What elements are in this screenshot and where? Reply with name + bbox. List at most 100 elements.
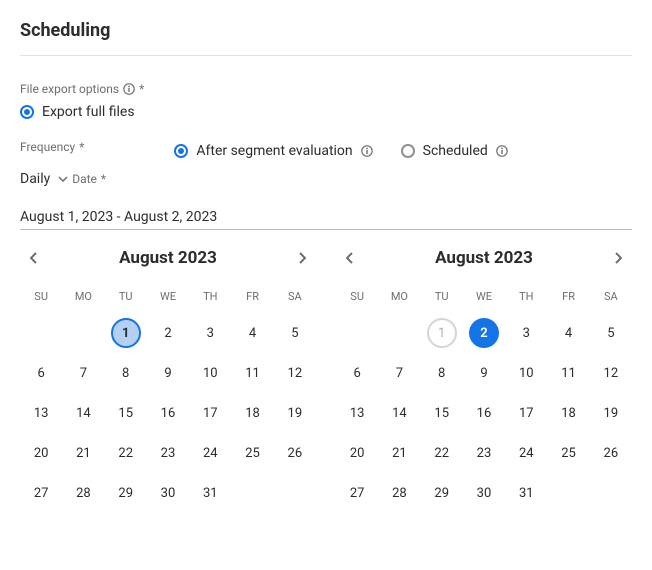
frequency-dropdown[interactable]: Daily xyxy=(20,171,68,187)
next-month-button[interactable] xyxy=(292,248,312,268)
calendar-empty xyxy=(336,317,378,349)
calendar-day[interactable]: 13 xyxy=(20,397,62,429)
calendar-day[interactable]: 14 xyxy=(378,397,420,429)
calendar-day[interactable]: 4 xyxy=(231,317,273,349)
calendar-day[interactable]: 25 xyxy=(231,437,273,469)
calendar-day[interactable]: 17 xyxy=(189,397,231,429)
calendar-day[interactable]: 24 xyxy=(189,437,231,469)
dow-sa: SA xyxy=(274,284,316,309)
calendar-day[interactable]: 19 xyxy=(590,397,632,429)
calendar-day[interactable]: 28 xyxy=(62,477,104,509)
export-full-files-option[interactable]: Export full files xyxy=(20,104,632,120)
calendar-day[interactable]: 22 xyxy=(105,437,147,469)
calendar-day[interactable]: 6 xyxy=(20,357,62,389)
calendar-day[interactable]: 18 xyxy=(231,397,273,429)
calendar-day[interactable]: 24 xyxy=(505,437,547,469)
required-asterisk: * xyxy=(101,172,106,186)
calendar-day[interactable]: 27 xyxy=(20,477,62,509)
file-export-label-text: File export options xyxy=(20,82,119,96)
calendar-day[interactable]: 29 xyxy=(421,477,463,509)
after-segment-evaluation-label: After segment evaluation xyxy=(196,143,352,159)
calendar-day[interactable]: 7 xyxy=(378,357,420,389)
calendar-day[interactable]: 21 xyxy=(378,437,420,469)
info-icon[interactable] xyxy=(123,83,135,95)
calendar-day[interactable]: 10 xyxy=(189,357,231,389)
frequency-value: Daily xyxy=(20,171,50,187)
calendar-month-title: August 2023 xyxy=(119,248,217,268)
dow-sa: SA xyxy=(590,284,632,309)
calendar-day[interactable]: 18 xyxy=(547,397,589,429)
dow-mo: MO xyxy=(62,284,104,309)
info-icon[interactable] xyxy=(361,145,373,157)
calendar-day[interactable]: 16 xyxy=(463,397,505,429)
calendar-day[interactable]: 19 xyxy=(274,397,316,429)
calendar-day[interactable]: 11 xyxy=(547,357,589,389)
divider xyxy=(20,55,632,56)
calendar-day[interactable]: 8 xyxy=(105,357,147,389)
calendar-day[interactable]: 5 xyxy=(274,317,316,349)
calendar-day[interactable]: 25 xyxy=(547,437,589,469)
dow-fr: FR xyxy=(547,284,589,309)
calendar-day[interactable]: 7 xyxy=(62,357,104,389)
dow-we: WE xyxy=(463,284,505,309)
calendar-day[interactable]: 8 xyxy=(421,357,463,389)
scheduled-option[interactable]: Scheduled xyxy=(401,143,508,159)
dow-we: WE xyxy=(147,284,189,309)
calendar-day[interactable]: 14 xyxy=(62,397,104,429)
calendar-day[interactable]: 12 xyxy=(274,357,316,389)
calendar-day[interactable]: 13 xyxy=(336,397,378,429)
calendar-day[interactable]: 3 xyxy=(505,317,547,349)
calendar-day[interactable]: 2 xyxy=(463,317,505,349)
calendar-day[interactable]: 30 xyxy=(147,477,189,509)
calendar-day[interactable]: 26 xyxy=(274,437,316,469)
date-underline xyxy=(20,229,632,230)
calendar-start: August 2023 SU MO TU WE TH FR SA 1 2 3 4… xyxy=(20,248,316,509)
calendar-day[interactable]: 20 xyxy=(336,437,378,469)
date-range[interactable]: August 1, 2023 - August 2, 2023 xyxy=(20,209,632,225)
dow-th: TH xyxy=(505,284,547,309)
calendar-day[interactable]: 12 xyxy=(590,357,632,389)
prev-month-button[interactable] xyxy=(340,248,360,268)
calendar-day[interactable]: 30 xyxy=(463,477,505,509)
file-export-label: File export options * xyxy=(20,82,144,96)
required-asterisk: * xyxy=(139,82,144,96)
frequency-label-text: Frequency xyxy=(20,140,75,154)
calendar-empty xyxy=(62,317,104,349)
calendar-day[interactable]: 5 xyxy=(590,317,632,349)
calendar-day[interactable]: 28 xyxy=(378,477,420,509)
calendar-day[interactable]: 1 xyxy=(105,317,147,349)
info-icon[interactable] xyxy=(496,145,508,157)
prev-month-button[interactable] xyxy=(24,248,44,268)
radio-selected-icon xyxy=(174,144,188,158)
calendar-day[interactable]: 16 xyxy=(147,397,189,429)
calendar-day[interactable]: 9 xyxy=(463,357,505,389)
calendar-day[interactable]: 23 xyxy=(463,437,505,469)
after-segment-evaluation-option[interactable]: After segment evaluation xyxy=(174,143,372,159)
calendar-day[interactable]: 26 xyxy=(590,437,632,469)
calendar-day[interactable]: 2 xyxy=(147,317,189,349)
calendar-day[interactable]: 3 xyxy=(189,317,231,349)
dow-tu: TU xyxy=(421,284,463,309)
calendar-day[interactable]: 17 xyxy=(505,397,547,429)
calendar-day[interactable]: 11 xyxy=(231,357,273,389)
dow-tu: TU xyxy=(105,284,147,309)
radio-selected-icon xyxy=(20,105,34,119)
calendar-day[interactable]: 15 xyxy=(105,397,147,429)
calendar-day[interactable]: 20 xyxy=(20,437,62,469)
calendar-day[interactable]: 10 xyxy=(505,357,547,389)
calendar-day[interactable]: 23 xyxy=(147,437,189,469)
calendar-day[interactable]: 31 xyxy=(189,477,231,509)
section-title: Scheduling xyxy=(20,20,632,41)
calendar-day[interactable]: 21 xyxy=(62,437,104,469)
calendar-day[interactable]: 4 xyxy=(547,317,589,349)
calendar-day[interactable]: 6 xyxy=(336,357,378,389)
calendar-day[interactable]: 15 xyxy=(421,397,463,429)
next-month-button[interactable] xyxy=(608,248,628,268)
calendar-day-disabled: 1 xyxy=(421,317,463,349)
calendar-day[interactable]: 27 xyxy=(336,477,378,509)
calendar-day[interactable]: 29 xyxy=(105,477,147,509)
calendar-day[interactable]: 22 xyxy=(421,437,463,469)
chevron-down-icon xyxy=(58,176,68,182)
calendar-day[interactable]: 31 xyxy=(505,477,547,509)
calendar-day[interactable]: 9 xyxy=(147,357,189,389)
